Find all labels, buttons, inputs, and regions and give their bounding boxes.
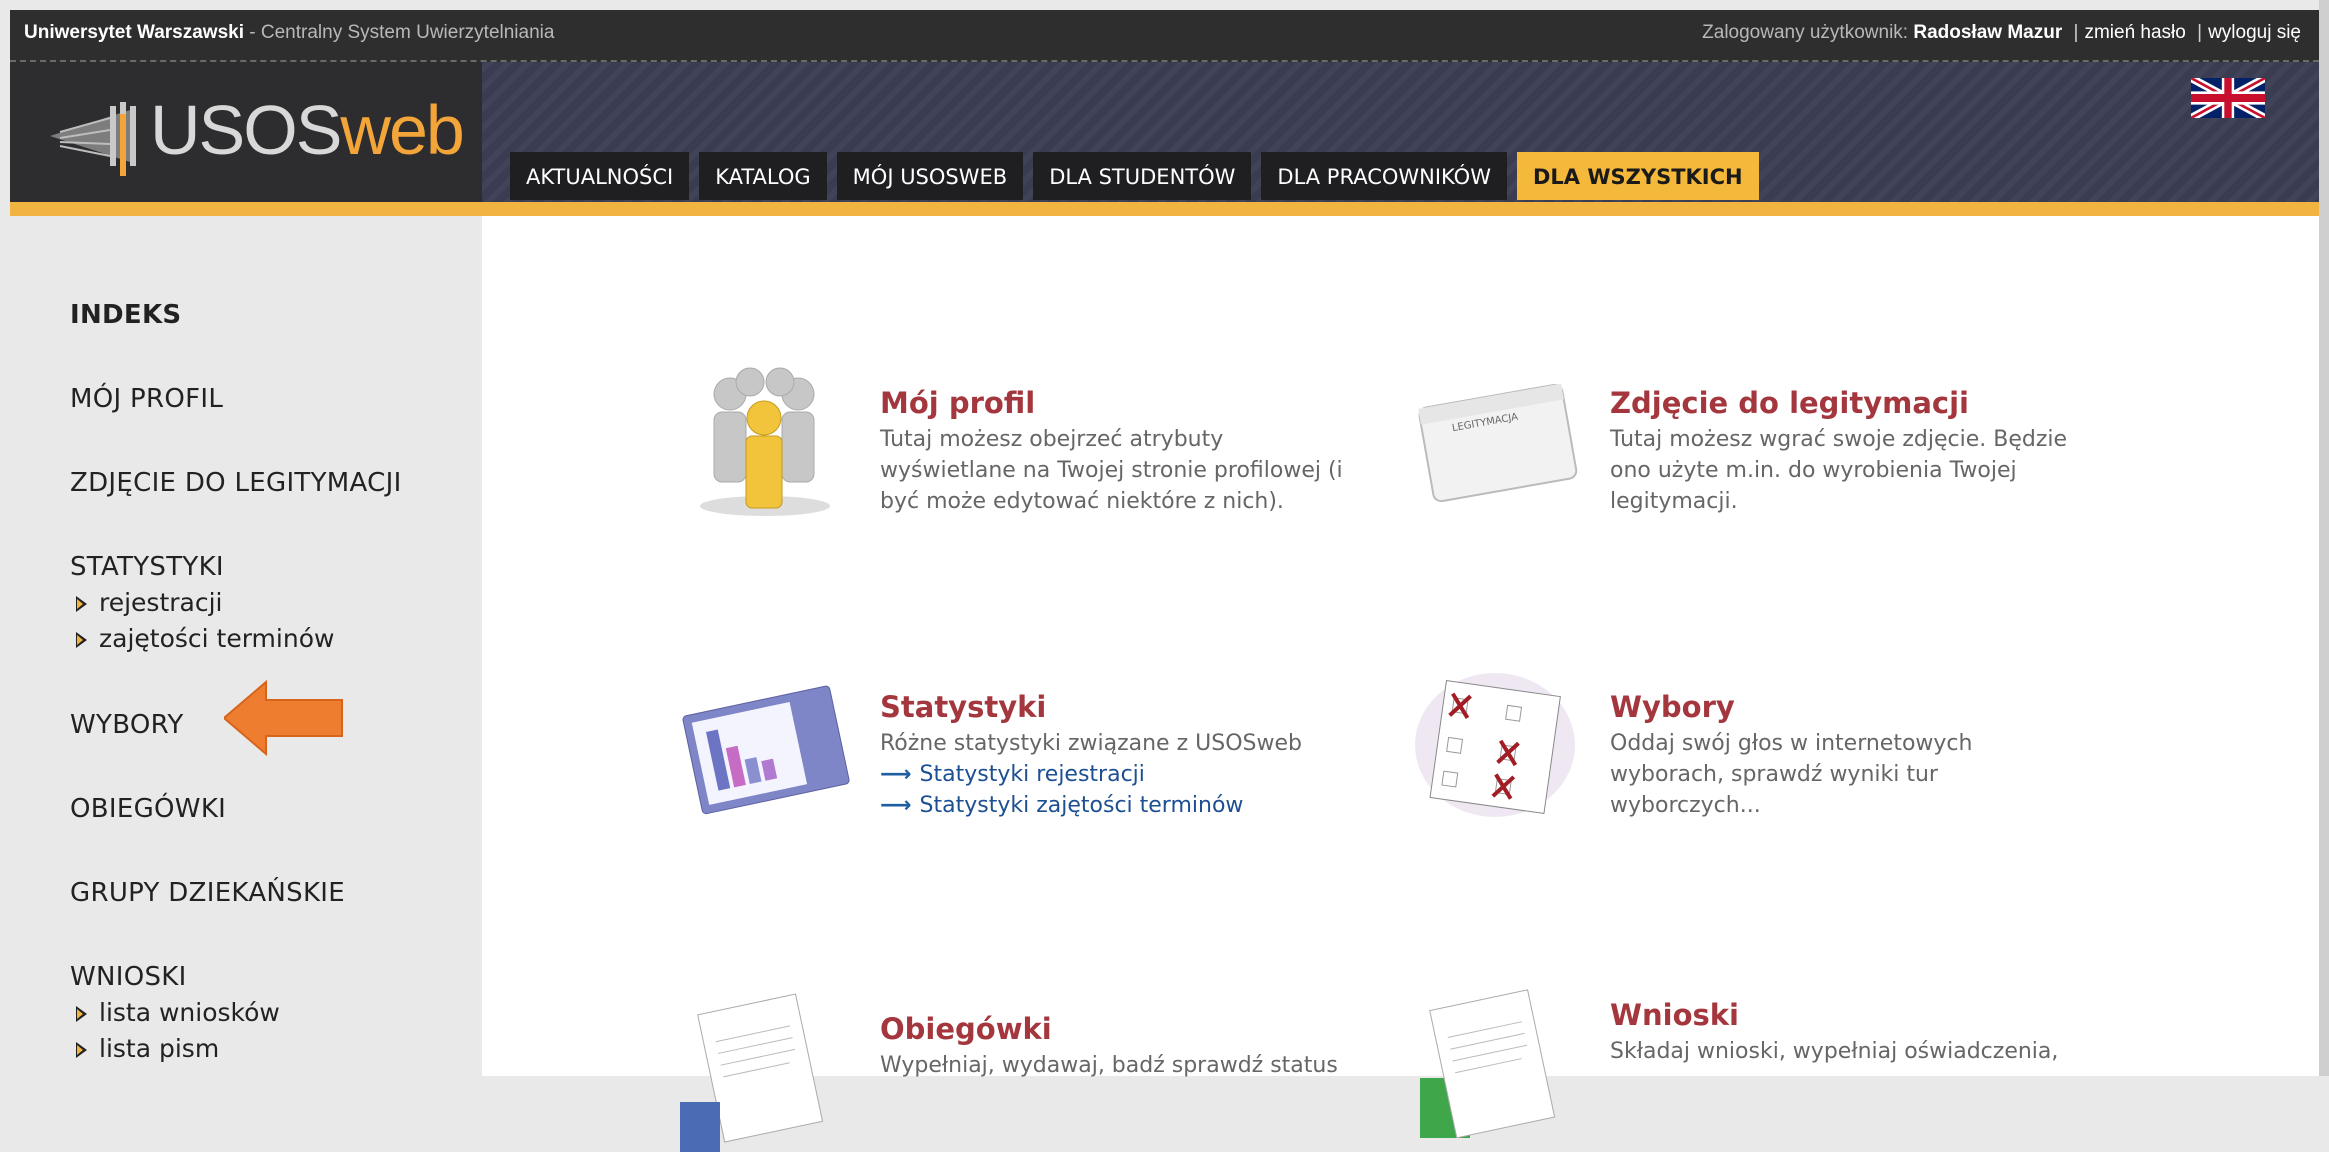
separator: | — [2197, 22, 2203, 43]
card-title[interactable]: Wnioski — [1610, 998, 2250, 1032]
orange-arrow-icon — [224, 680, 343, 756]
user-info: Zalogowany użytkownik: Radosław Mazur | z… — [1702, 22, 2301, 44]
bullet-icon — [76, 1042, 87, 1058]
card-description: Oddaj swój głos w internetowych wyborach… — [1610, 731, 1973, 818]
user-name: Radosław Mazur — [1913, 22, 2063, 43]
sidebar-item-obiegowki[interactable]: OBIEGÓWKI — [70, 794, 226, 824]
tab-katalog[interactable]: KATALOG — [699, 152, 827, 200]
change-password-link[interactable]: zmień hasło — [2084, 22, 2185, 43]
logo-text: USOSweb — [150, 91, 465, 169]
card-wnioski: Wnioski Składaj wnioski, wypełniaj oświa… — [1420, 989, 2250, 1138]
main-nav-tabs: AKTUALNOŚCI KATALOG MÓJ USOSWEB DLA STUD… — [510, 152, 1759, 200]
profile-group-icon[interactable] — [680, 356, 850, 526]
tab-moj-usosweb[interactable]: MÓJ USOSWEB — [836, 152, 1024, 200]
system-name: - Centralny System Uwierzytelniania — [244, 22, 555, 43]
sidebar-item-statystyki[interactable]: STATYSTYKI — [70, 552, 224, 582]
id-card-icon[interactable]: LEGITYMACJA — [1410, 356, 1580, 526]
card-description: Tutaj możesz wgrać swoje zdjęcie. Będzie… — [1610, 427, 2068, 514]
card-description: Tutaj możesz obejrzeć atrybuty wyświetla… — [880, 427, 1343, 514]
bullet-icon — [76, 632, 87, 648]
logout-link[interactable]: wyloguj się — [2208, 22, 2301, 43]
system-title: Uniwersytet Warszawski - Centralny Syste… — [24, 22, 554, 44]
sidebar-subitem-zajetosci[interactable]: zajętości terminów — [76, 624, 334, 653]
tab-dla-studentow[interactable]: DLA STUDENTÓW — [1033, 152, 1252, 200]
card-zdjecie: LEGITYMACJA Zdjęcie do legitymacji Tutaj… — [1418, 383, 2250, 517]
sidebar-item-wybory[interactable]: WYBORY — [70, 710, 184, 740]
bullet-icon — [76, 596, 87, 612]
university-name: Uniwersytet Warszawski — [24, 22, 244, 43]
sidebar-item-indeks[interactable]: INDEKS — [70, 300, 181, 330]
documents-icon[interactable] — [680, 982, 850, 1152]
window-right-edge — [2319, 0, 2329, 1076]
tab-dla-wszystkich[interactable]: DLA WSZYSTKICH — [1516, 152, 1759, 200]
applications-icon[interactable] — [1410, 968, 1580, 1138]
tab-dla-pracownikow[interactable]: DLA PRACOWNIKÓW — [1261, 152, 1507, 200]
separator: | — [2073, 22, 2079, 43]
logo[interactable]: USOSweb — [10, 62, 482, 202]
ballot-icon[interactable] — [1410, 660, 1580, 830]
logged-user-label: Zalogowany użytkownik: — [1702, 22, 1914, 43]
statistics-chart-icon[interactable] — [680, 660, 850, 830]
card-title[interactable]: Wybory — [1610, 690, 2250, 724]
sidebar-subitem-rejestracji[interactable]: rejestracji — [76, 588, 223, 617]
header-accent-line — [10, 202, 2319, 216]
sidebar-item-wnioski[interactable]: WNIOSKI — [70, 962, 187, 992]
tab-aktualnosci[interactable]: AKTUALNOŚCI — [510, 152, 690, 200]
sidebar-item-grupy-dziekanskie[interactable]: GRUPY DZIEKAŃSKIE — [70, 878, 345, 908]
sidebar: INDEKS MÓJ PROFIL ZDJĘCIE DO LEGITYMACJI… — [10, 216, 482, 1076]
main-content: Mój profil Tutaj możesz obejrzeć atrybut… — [482, 216, 2319, 1152]
bullet-icon — [76, 1006, 87, 1022]
card-title[interactable]: Zdjęcie do legitymacji — [1610, 386, 2250, 420]
card-description: Składaj wnioski, wypełniaj oświadczenia, — [1610, 1039, 2059, 1064]
sidebar-subitem-lista-wnioskow[interactable]: lista wniosków — [76, 998, 280, 1027]
top-bar: Uniwersytet Warszawski - Centralny Syste… — [10, 10, 2319, 62]
sidebar-subitem-lista-pism[interactable]: lista pism — [76, 1034, 219, 1063]
arrow-right-icon: ⟶ — [880, 793, 912, 818]
header: USOSweb AKTUALNOŚCI KATALOG MÓJ USOSWEB … — [10, 62, 2319, 202]
sidebar-item-zdjecie[interactable]: ZDJĘCIE DO LEGITYMACJI — [70, 468, 402, 498]
sidebar-item-moj-profil[interactable]: MÓJ PROFIL — [70, 384, 223, 414]
uk-flag-icon[interactable] — [2191, 78, 2265, 118]
arrow-right-icon: ⟶ — [880, 762, 912, 787]
card-wybory: Wybory Oddaj swój głos w internetowych w… — [1415, 673, 2250, 821]
